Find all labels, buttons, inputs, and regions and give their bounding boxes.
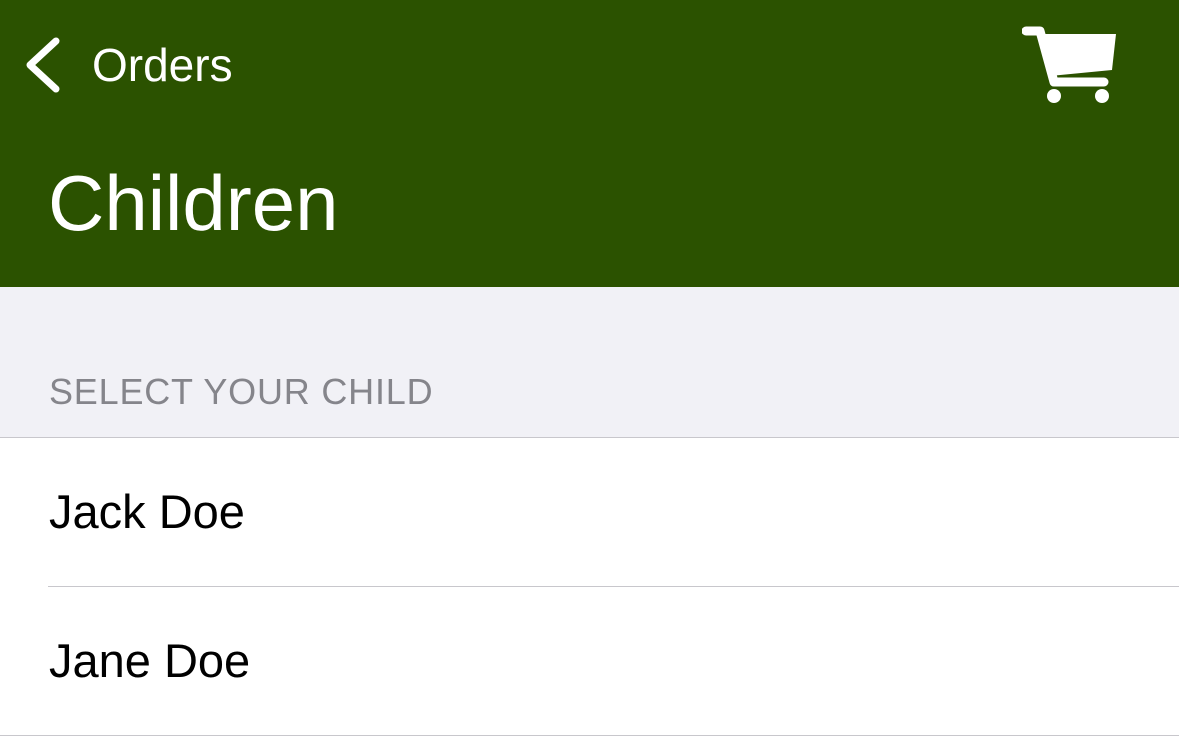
list-item-child[interactable]: Jack Doe — [0, 438, 1179, 587]
row-separator — [0, 735, 1179, 736]
page-title: Children — [48, 159, 339, 247]
section-header: SELECT YOUR CHILD — [49, 371, 434, 412]
back-button-label: Orders — [92, 39, 233, 91]
child-name: Jack Doe — [49, 485, 245, 538]
navigation-bar: Orders Children — [0, 0, 1179, 287]
back-button[interactable]: Orders — [22, 30, 233, 100]
cart-button[interactable] — [1022, 24, 1122, 108]
shopping-cart-icon — [1022, 26, 1116, 103]
list-item-child[interactable]: Jane Doe — [0, 587, 1179, 736]
child-name: Jane Doe — [49, 634, 251, 687]
chevron-left-icon — [26, 37, 60, 93]
children-list: Jack Doe Jane Doe — [0, 437, 1179, 739]
